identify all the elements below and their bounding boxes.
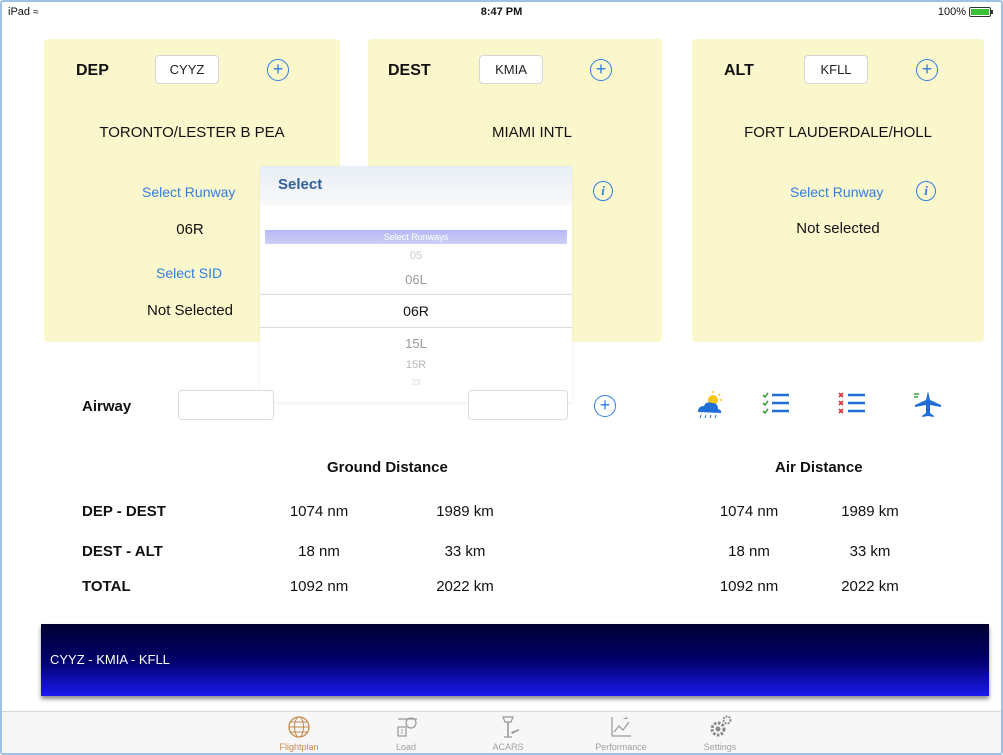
chart-icon	[611, 717, 631, 737]
ground-nm-cell: 1092 nm	[289, 578, 349, 595]
tab-label: ACARS	[492, 742, 524, 752]
picker-option-selected[interactable]: 06R	[260, 294, 572, 328]
globe-icon	[288, 716, 310, 738]
dest-info-icon[interactable]: i	[593, 181, 613, 201]
airway-input[interactable]	[178, 390, 274, 420]
app-window: iPad ≈ 8:47 PM 100% DEP CYYZ + TORONTO/L…	[0, 0, 1003, 755]
dep-airport-name: TORONTO/LESTER B PEA	[99, 124, 285, 141]
tab-label: Settings	[703, 742, 737, 752]
alt-select-runway-link[interactable]: Select Runway	[790, 184, 883, 200]
dep-label: DEP	[76, 62, 109, 79]
clock: 8:47 PM	[480, 6, 523, 18]
route-banner: CYYZ - KMIA - KFLL	[41, 624, 989, 696]
tab-bar: Flightplan Load ACARS Performance Settin…	[2, 711, 1001, 753]
ground-km-cell: 1989 km	[436, 503, 494, 520]
picker-option[interactable]: 06L	[260, 272, 572, 287]
ground-distance-header: Ground Distance	[327, 459, 448, 476]
dep-sid-value: Not Selected	[147, 302, 233, 319]
battery-icon	[969, 7, 993, 17]
status-bar: iPad ≈ 8:47 PM 100%	[2, 2, 1001, 22]
picker-title: Select	[260, 166, 572, 205]
dest-label: DEST	[388, 62, 431, 79]
dest-airport-name: MIAMI INTL	[491, 124, 572, 141]
air-nm-cell: 1092 nm	[719, 578, 779, 595]
row-label-total: TOTAL	[82, 578, 131, 595]
tab-label: Flightplan	[279, 742, 319, 752]
dest-code-field[interactable]: KMIA	[479, 55, 543, 84]
air-km-cell: 2022 km	[841, 578, 899, 595]
alt-card: ALT KFLL + FORT LAUDERDALE/HOLL Select R…	[692, 39, 984, 342]
battery-percent: 100%	[937, 6, 966, 18]
alt-add-icon[interactable]: +	[916, 59, 938, 81]
tab-load[interactable]: Load	[371, 714, 441, 752]
airplane-icon[interactable]	[912, 388, 944, 420]
runway-picker[interactable]: Select Select Runways 05 06L 06R 15L 15R…	[260, 166, 572, 402]
row-label-dep-dest: DEP - DEST	[82, 503, 166, 520]
tab-acars[interactable]: ACARS	[473, 714, 543, 752]
tower-icon	[502, 716, 519, 738]
tab-flightplan[interactable]: Flightplan	[264, 714, 334, 752]
checklist-icon[interactable]	[760, 388, 792, 420]
air-nm-cell: 18 nm	[728, 543, 770, 560]
air-nm-cell: 1074 nm	[719, 503, 779, 520]
battery-status: 100%	[937, 6, 993, 18]
ground-nm-cell: 1074 nm	[289, 503, 349, 520]
air-distance-header: Air Distance	[775, 459, 863, 476]
tab-settings[interactable]: Settings	[685, 714, 755, 752]
dep-runway-value: 06R	[176, 221, 204, 238]
dest-add-icon[interactable]: +	[590, 59, 612, 81]
tab-label: Performance	[595, 742, 647, 752]
dep-add-icon[interactable]: +	[267, 59, 289, 81]
picker-option[interactable]: 15L	[260, 336, 572, 351]
airway-input-2[interactable]	[468, 390, 568, 420]
alt-label: ALT	[724, 62, 754, 79]
dep-select-runway-link[interactable]: Select Runway	[142, 184, 235, 200]
picker-subtitle: Select Runways	[265, 230, 567, 244]
dep-code-field[interactable]: CYYZ	[155, 55, 219, 84]
picker-option[interactable]: 15R	[260, 359, 572, 371]
dep-select-sid-link[interactable]: Select SID	[156, 265, 222, 281]
ground-km-cell: 2022 km	[436, 578, 494, 595]
picker-option[interactable]: 05	[260, 250, 572, 262]
failed-checklist-icon[interactable]	[836, 388, 868, 420]
picker-option[interactable]: 23	[260, 378, 572, 387]
ground-km-cell: 33 km	[444, 543, 486, 560]
air-km-cell: 33 km	[849, 543, 891, 560]
airway-add-icon[interactable]: +	[594, 395, 616, 417]
tab-performance[interactable]: Performance	[586, 714, 656, 752]
gear-icon	[710, 715, 732, 737]
alt-runway-value: Not selected	[796, 220, 880, 237]
air-km-cell: 1989 km	[841, 503, 899, 520]
load-icon	[397, 717, 417, 737]
airway-label: Airway	[82, 398, 132, 415]
row-label-dest-alt: DEST - ALT	[82, 543, 163, 560]
alt-code-field[interactable]: KFLL	[804, 55, 868, 84]
alt-info-icon[interactable]: i	[916, 181, 936, 201]
tab-label: Load	[395, 742, 417, 752]
weather-icon[interactable]	[694, 388, 726, 420]
alt-airport-name: FORT LAUDERDALE/HOLL	[744, 124, 932, 141]
ground-nm-cell: 18 nm	[298, 543, 340, 560]
